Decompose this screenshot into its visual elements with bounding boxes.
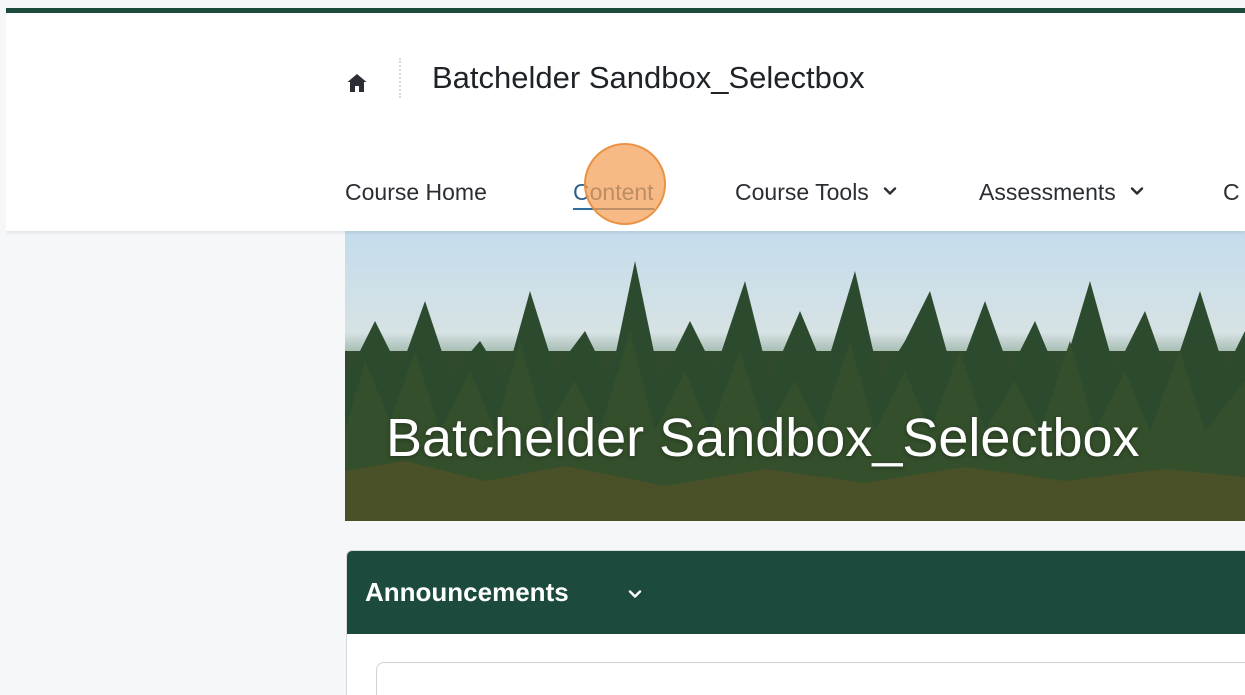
home-icon[interactable]: [345, 71, 369, 95]
course-navbar: Course Home Content Course Tools Assessm…: [6, 143, 1245, 231]
chevron-down-icon: [884, 187, 897, 195]
announcements-title: Announcements: [365, 577, 569, 607]
header-divider: [399, 58, 401, 98]
announcements-header[interactable]: Announcements: [347, 551, 1245, 634]
nav-content-label: Content: [573, 179, 654, 205]
nav-item-truncated[interactable]: C: [1223, 177, 1240, 207]
nav-content[interactable]: Content: [573, 177, 654, 210]
nav-course-home-label: Course Home: [345, 179, 487, 205]
browser-viewport: Batchelder Sandbox_Selectbox Course Home…: [6, 8, 1245, 695]
nav-item-truncated-label: C: [1223, 179, 1240, 205]
course-banner-image: Batchelder Sandbox_Selectbox: [345, 231, 1245, 521]
page: Batchelder Sandbox_Selectbox Course Home…: [0, 0, 1245, 695]
banner-title: Batchelder Sandbox_Selectbox: [386, 408, 1140, 468]
nav-assessments-label: Assessments: [979, 179, 1116, 205]
nav-course-home[interactable]: Course Home: [345, 177, 487, 207]
announcements-widget: Announcements: [346, 550, 1245, 695]
course-title[interactable]: Batchelder Sandbox_Selectbox: [432, 58, 865, 98]
nav-assessments[interactable]: Assessments: [979, 177, 1144, 207]
nav-course-tools[interactable]: Course Tools: [735, 177, 897, 207]
forest-image: [345, 231, 1245, 521]
chevron-down-icon[interactable]: [628, 587, 642, 601]
nav-course-tools-label: Course Tools: [735, 179, 869, 205]
course-header: Batchelder Sandbox_Selectbox: [6, 13, 1245, 144]
chevron-down-icon: [1130, 187, 1144, 195]
announcement-item-card: [376, 662, 1245, 695]
